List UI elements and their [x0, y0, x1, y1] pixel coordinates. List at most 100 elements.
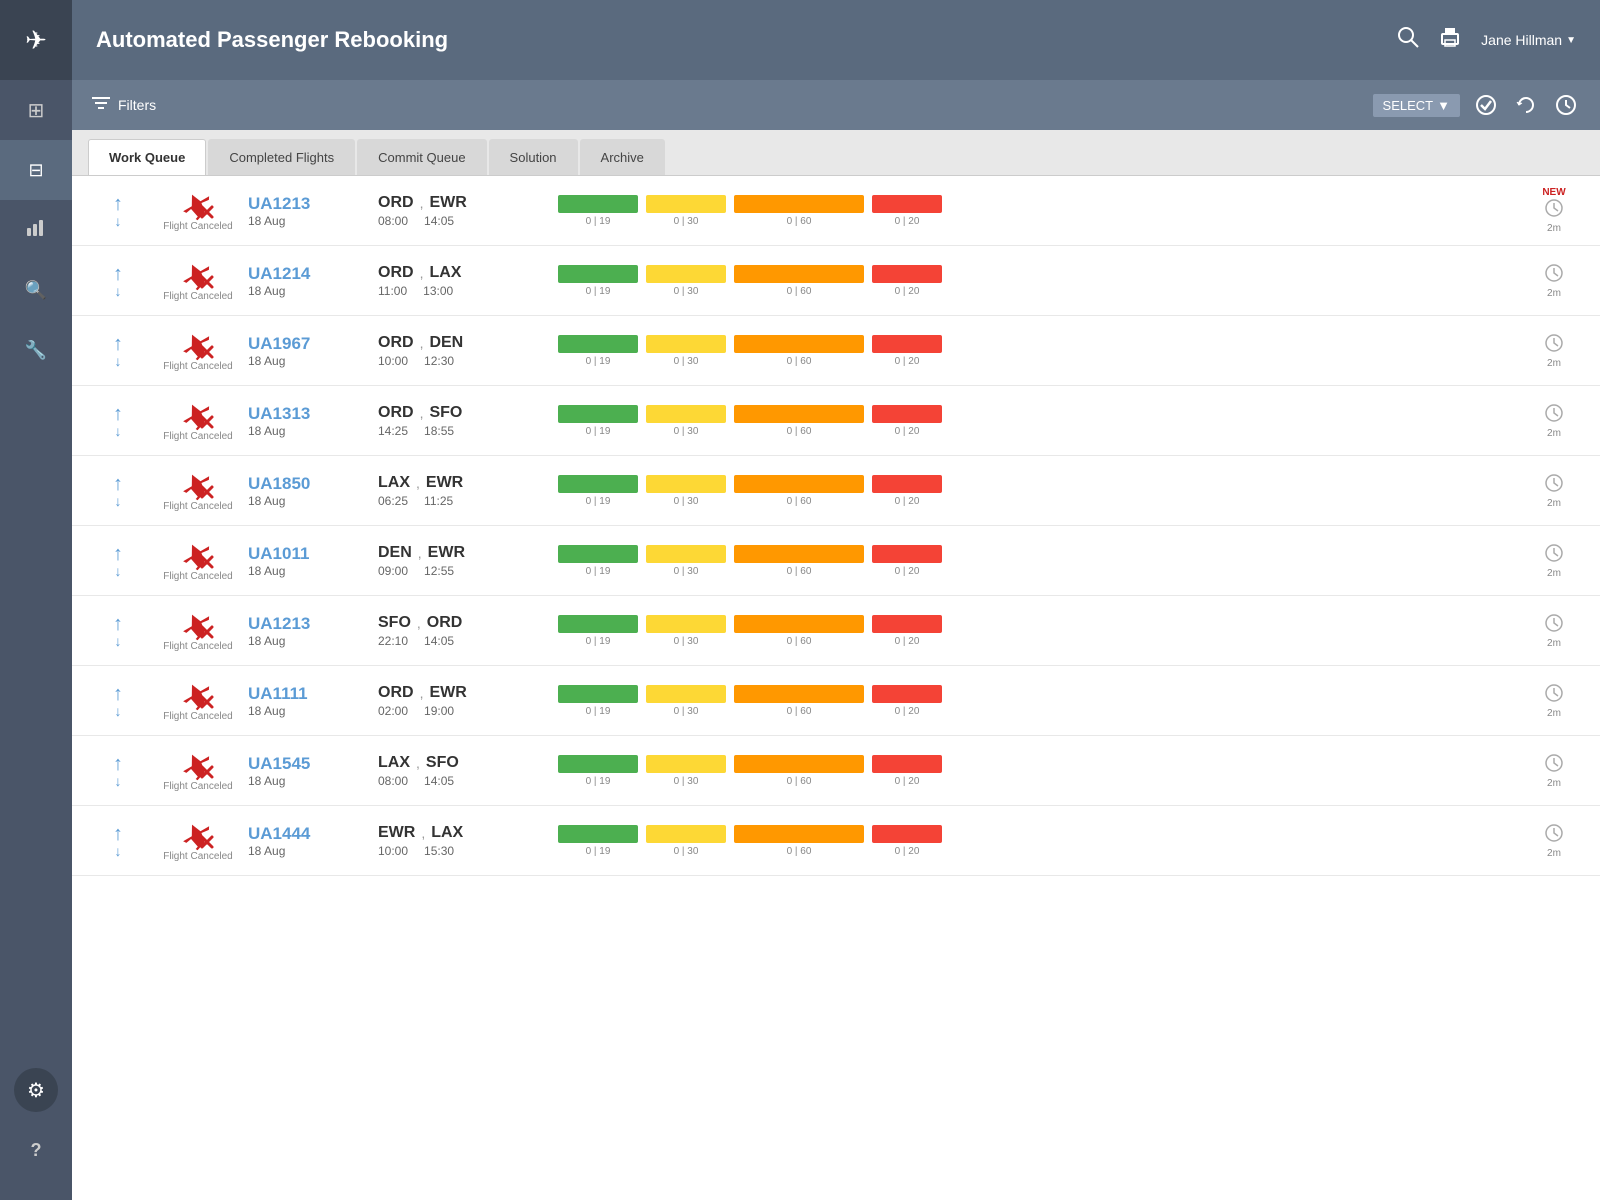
action-clock-icon[interactable] — [1544, 613, 1564, 638]
flight-date: 18 Aug — [248, 564, 378, 578]
flight-number[interactable]: UA1213 — [248, 614, 378, 634]
action-time: 2m — [1547, 288, 1561, 299]
flight-number[interactable]: UA1850 — [248, 474, 378, 494]
action-col: 2m — [1524, 333, 1584, 369]
flight-number[interactable]: UA1967 — [248, 334, 378, 354]
status-col: Flight Canceled — [148, 399, 248, 442]
action-clock-icon[interactable] — [1544, 403, 1564, 428]
priority-col: ↑ ↓ — [88, 264, 148, 298]
canceled-plane-icon — [180, 819, 216, 851]
table-row[interactable]: ↑ ↓ Flight Canceled UA1214 18 Aug ORD , … — [72, 246, 1600, 316]
route-arrow-icon: , — [420, 265, 424, 281]
flight-number[interactable]: UA1214 — [248, 264, 378, 284]
table-row[interactable]: ↑ ↓ Flight Canceled UA1545 18 Aug LAX , … — [72, 736, 1600, 806]
priority-up-icon[interactable]: ↑ — [113, 334, 123, 354]
bars-col: 0 | 19 0 | 30 0 | 60 0 | 20 — [558, 825, 1524, 857]
bar-label: 0 | 20 — [895, 286, 920, 297]
action-clock-icon[interactable] — [1544, 333, 1564, 358]
canceled-plane-icon — [180, 399, 216, 431]
priority-down-icon[interactable]: ↓ — [115, 284, 122, 298]
table-row[interactable]: ↑ ↓ Flight Canceled UA1967 18 Aug ORD , … — [72, 316, 1600, 386]
priority-up-icon[interactable]: ↑ — [113, 264, 123, 284]
tab-commit-queue[interactable]: Commit Queue — [357, 139, 486, 175]
priority-up-icon[interactable]: ↑ — [113, 614, 123, 634]
table-row[interactable]: ↑ ↓ Flight Canceled UA1444 18 Aug EWR , … — [72, 806, 1600, 876]
tab-solution[interactable]: Solution — [489, 139, 578, 175]
sidebar-item-chart[interactable] — [0, 200, 72, 260]
header-user[interactable]: Jane Hillman ▼ — [1481, 32, 1576, 48]
table-row[interactable]: ↑ ↓ Flight Canceled UA1011 18 Aug DEN , … — [72, 526, 1600, 596]
action-col: 2m — [1524, 473, 1584, 509]
bar-group: 0 | 30 — [646, 685, 726, 717]
action-clock-icon[interactable] — [1544, 543, 1564, 568]
progress-bar — [558, 265, 638, 283]
header-search-icon[interactable] — [1397, 26, 1419, 54]
sidebar-item-grid[interactable]: ⊞ — [0, 80, 72, 140]
priority-down-icon[interactable]: ↓ — [115, 774, 122, 788]
action-clock-icon[interactable] — [1544, 263, 1564, 288]
sidebar-item-help[interactable]: ? — [0, 1120, 72, 1180]
progress-bar — [558, 685, 638, 703]
priority-down-icon[interactable]: ↓ — [115, 704, 122, 718]
priority-up-icon[interactable]: ↑ — [113, 824, 123, 844]
priority-down-icon[interactable]: ↓ — [115, 354, 122, 368]
status-col: Flight Canceled — [148, 259, 248, 302]
sidebar-item-dashboard[interactable]: ⊟ — [0, 140, 72, 200]
action-clock-icon[interactable] — [1544, 198, 1564, 223]
filter-refresh-icon[interactable] — [1512, 91, 1540, 119]
table-row[interactable]: ↑ ↓ Flight Canceled UA1313 18 Aug ORD , … — [72, 386, 1600, 456]
priority-up-icon[interactable]: ↑ — [113, 754, 123, 774]
bar-label: 0 | 30 — [674, 776, 699, 787]
sidebar-item-settings[interactable]: ⚙ — [14, 1068, 58, 1112]
progress-bar — [646, 615, 726, 633]
progress-bar — [646, 195, 726, 213]
priority-down-icon[interactable]: ↓ — [115, 844, 122, 858]
flight-number[interactable]: UA1011 — [248, 544, 378, 564]
table-row[interactable]: ↑ ↓ Flight Canceled UA1213 18 Aug ORD , … — [72, 176, 1600, 246]
route-col: LAX , SFO 08:00 14:05 — [378, 754, 558, 788]
action-clock-icon[interactable] — [1544, 823, 1564, 848]
flight-number[interactable]: UA1213 — [248, 194, 378, 214]
tab-completed-flights[interactable]: Completed Flights — [208, 139, 355, 175]
priority-up-icon[interactable]: ↑ — [113, 474, 123, 494]
priority-up-icon[interactable]: ↑ — [113, 544, 123, 564]
priority-col: ↑ ↓ — [88, 194, 148, 228]
table-row[interactable]: ↑ ↓ Flight Canceled UA1213 18 Aug SFO , … — [72, 596, 1600, 666]
priority-down-icon[interactable]: ↓ — [115, 214, 122, 228]
action-clock-icon[interactable] — [1544, 753, 1564, 778]
dest-airport: EWR — [429, 194, 466, 212]
priority-down-icon[interactable]: ↓ — [115, 494, 122, 508]
priority-up-icon[interactable]: ↑ — [113, 194, 123, 214]
filters-label: Filters — [118, 97, 156, 113]
bar-group: 0 | 19 — [558, 195, 638, 227]
sidebar-logo[interactable]: ✈ — [0, 0, 72, 80]
priority-down-icon[interactable]: ↓ — [115, 634, 122, 648]
flight-number[interactable]: UA1545 — [248, 754, 378, 774]
filter-clock-icon[interactable] — [1552, 91, 1580, 119]
status-col: Flight Canceled — [148, 469, 248, 512]
bar-label: 0 | 60 — [787, 496, 812, 507]
flight-number[interactable]: UA1444 — [248, 824, 378, 844]
bars-col: 0 | 19 0 | 30 0 | 60 0 | 20 — [558, 335, 1524, 367]
priority-down-icon[interactable]: ↓ — [115, 424, 122, 438]
tab-archive[interactable]: Archive — [580, 139, 665, 175]
table-row[interactable]: ↑ ↓ Flight Canceled UA1111 18 Aug ORD , … — [72, 666, 1600, 736]
flight-number[interactable]: UA1111 — [248, 684, 378, 704]
header-print-icon[interactable] — [1439, 26, 1461, 54]
flight-number[interactable]: UA1313 — [248, 404, 378, 424]
priority-up-icon[interactable]: ↑ — [113, 404, 123, 424]
select-button[interactable]: SELECT ▼ — [1373, 94, 1460, 117]
action-clock-icon[interactable] — [1544, 473, 1564, 498]
action-clock-icon[interactable] — [1544, 683, 1564, 708]
tab-work-queue[interactable]: Work Queue — [88, 139, 206, 175]
flight-date: 18 Aug — [248, 634, 378, 648]
sidebar-item-tools[interactable]: 🔧 — [0, 320, 72, 380]
table-row[interactable]: ↑ ↓ Flight Canceled UA1850 18 Aug LAX , … — [72, 456, 1600, 526]
bar-label: 0 | 30 — [674, 706, 699, 717]
priority-down-icon[interactable]: ↓ — [115, 564, 122, 578]
priority-up-icon[interactable]: ↑ — [113, 684, 123, 704]
filter-checkmark-icon[interactable] — [1472, 91, 1500, 119]
dep-time: 22:10 — [378, 634, 408, 648]
bars-col: 0 | 19 0 | 30 0 | 60 0 | 20 — [558, 615, 1524, 647]
sidebar-item-search[interactable]: 🔍 — [0, 260, 72, 320]
